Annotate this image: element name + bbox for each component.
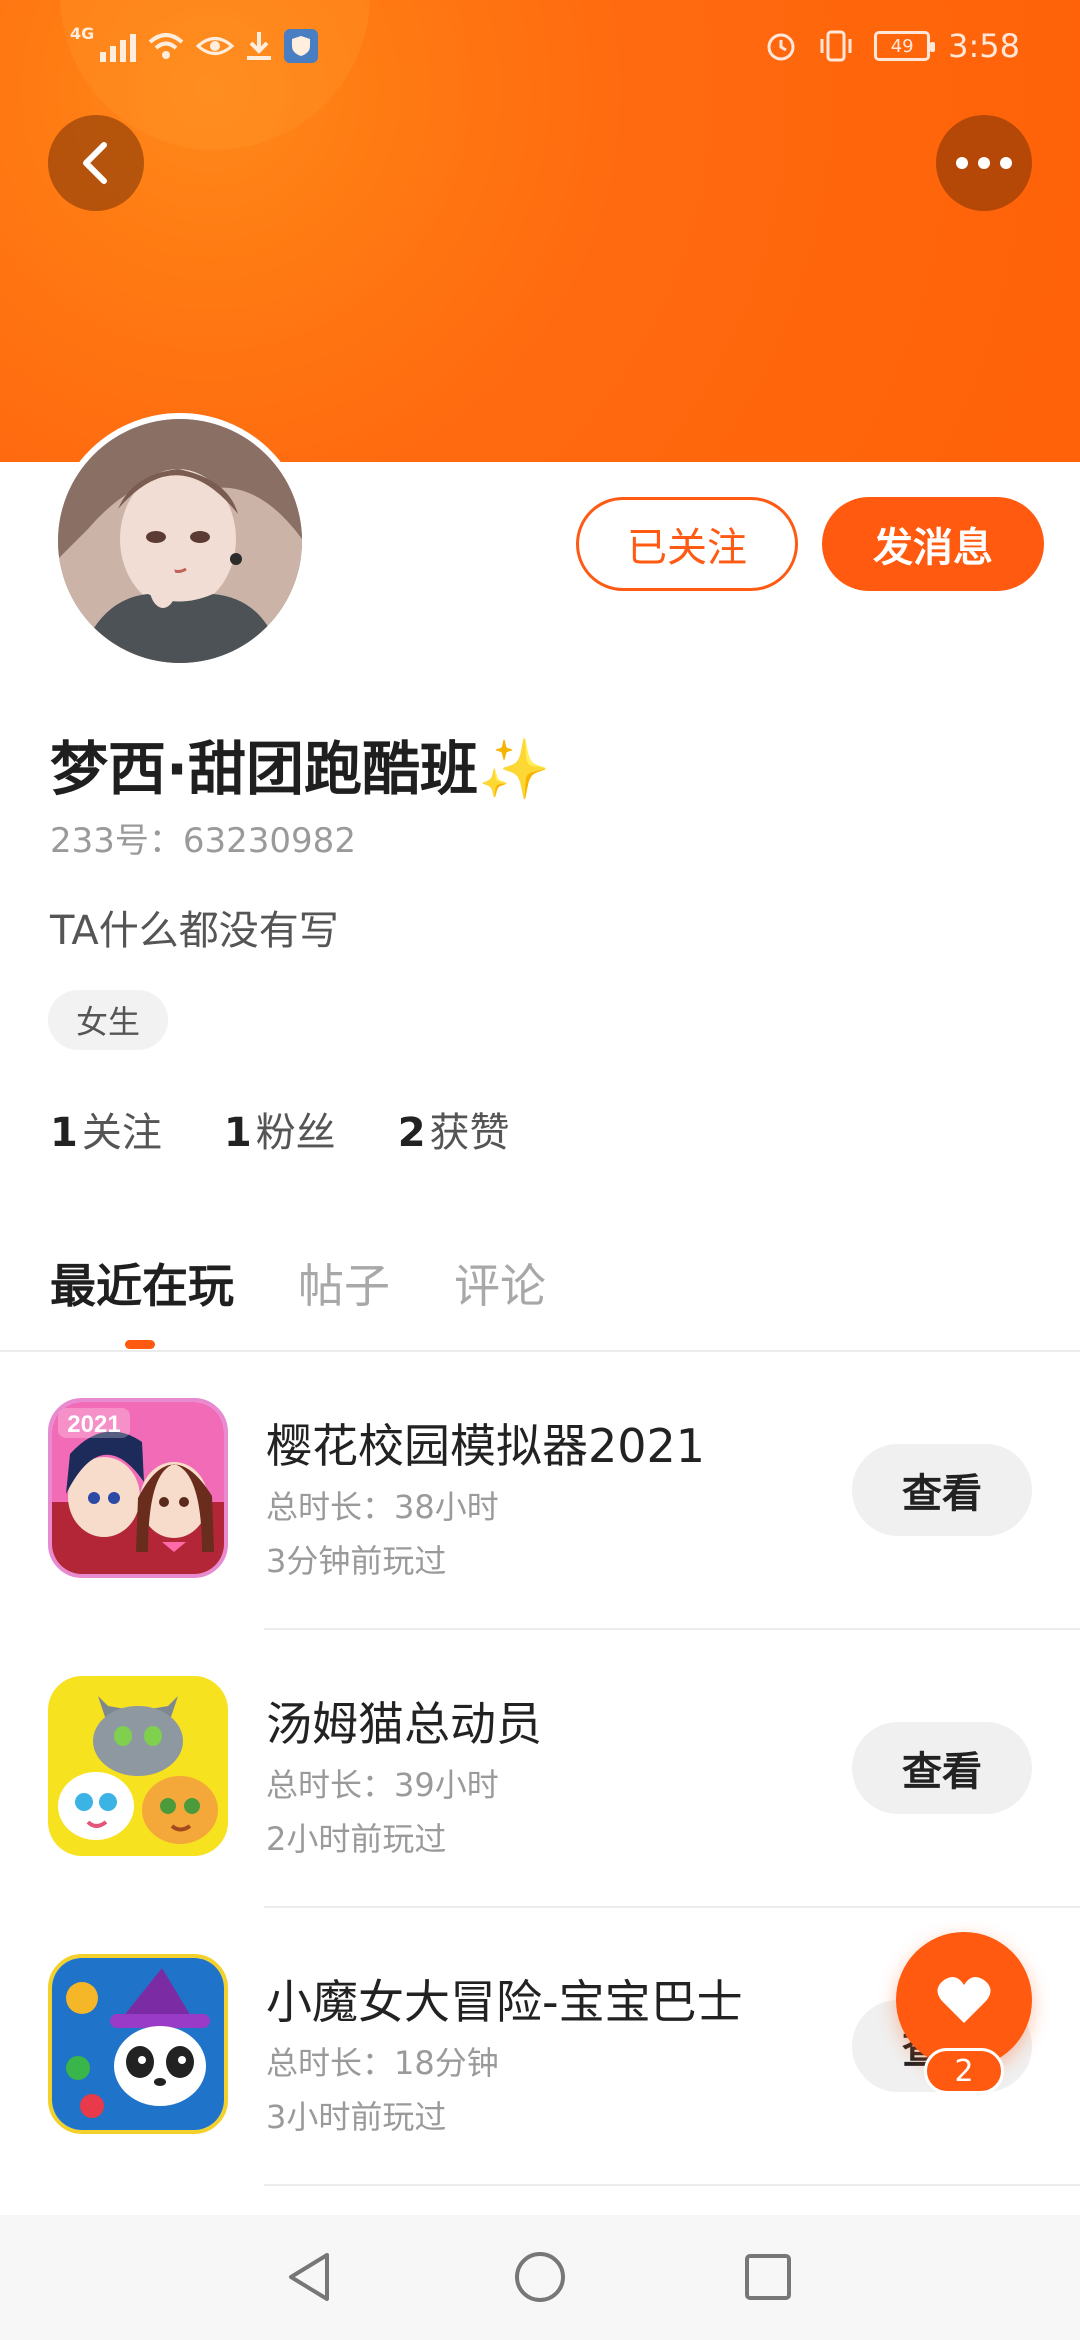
security-shield-icon	[284, 29, 319, 63]
back-button[interactable]	[48, 115, 144, 211]
status-left-icons: 4G	[70, 24, 319, 68]
username: 梦西·甜团跑酷班✨	[50, 722, 550, 806]
profile-tabs: 最近在玩 帖子 评论	[50, 1250, 546, 1316]
triangle-back-icon	[289, 2253, 329, 2301]
more-dots-icon	[956, 157, 1012, 169]
more-options-button[interactable]	[936, 115, 1032, 211]
game-last-played: 2小时前玩过	[266, 1820, 447, 1858]
tab-posts[interactable]: 帖子	[298, 1250, 390, 1316]
game-total-time: 总时长：38小时	[266, 1488, 499, 1526]
list-item[interactable]: 汤姆猫总动员 总时长：39小时 2小时前玩过 查看	[0, 1630, 1080, 1908]
game-icon-little-witch	[48, 1954, 228, 2134]
download-icon	[247, 32, 272, 60]
game-name: 汤姆猫总动员	[266, 1697, 542, 1751]
game-name: 樱花校园模拟器2021	[266, 1419, 706, 1473]
status-bar: 4G 49 3:58	[0, 0, 1080, 90]
avatar[interactable]	[52, 413, 308, 669]
circle-home-icon	[515, 2252, 565, 2302]
game-name: 小魔女大冒险-宝宝巴士	[266, 1975, 743, 2029]
stat-following[interactable]: 1 关注	[50, 1100, 162, 1158]
stat-following-label: 关注	[81, 1110, 162, 1156]
stat-likes-count: 2	[397, 1110, 426, 1156]
signal-icon	[100, 30, 137, 62]
eye-icon	[196, 37, 235, 55]
view-game-button[interactable]: 查看	[852, 1444, 1032, 1536]
following-button[interactable]: 已关注	[576, 497, 798, 591]
system-nav-bar	[0, 2215, 1080, 2340]
active-tab-indicator	[125, 1340, 155, 1349]
battery-level: 49	[890, 35, 914, 57]
battery-icon: 49	[874, 31, 936, 61]
gender-tag: 女生	[48, 990, 168, 1050]
like-count-badge: 2	[924, 2048, 1004, 2094]
nav-home-button[interactable]	[510, 2247, 570, 2307]
game-total-time: 总时长：18分钟	[266, 2044, 499, 2082]
tab-recently-played[interactable]: 最近在玩	[50, 1250, 234, 1316]
stat-likes[interactable]: 2 获赞	[398, 1100, 510, 1158]
sparkle-icon: ✨	[478, 735, 551, 803]
alarm-icon	[767, 33, 795, 61]
game-last-played: 3小时前玩过	[266, 2098, 447, 2136]
nav-back-button[interactable]	[278, 2247, 338, 2307]
stat-fans-label: 粉丝	[255, 1110, 336, 1156]
wifi-icon	[148, 33, 184, 59]
game-total-time: 总时长：39小时	[266, 1766, 499, 1804]
network-type-label: 4G	[70, 24, 95, 43]
stat-following-count: 1	[50, 1110, 78, 1156]
game-last-played: 3分钟前玩过	[266, 1542, 447, 1580]
stat-likes-label: 获赞	[429, 1110, 510, 1156]
clock: 3:58	[948, 27, 1020, 65]
view-game-button[interactable]: 查看	[852, 1722, 1032, 1814]
row-divider	[264, 2184, 1080, 2186]
avatar-illustration	[58, 419, 302, 663]
nav-recents-button[interactable]	[738, 2247, 798, 2307]
chevron-left-icon	[83, 142, 107, 184]
stat-fans[interactable]: 1 粉丝	[224, 1100, 336, 1158]
square-recents-icon	[745, 2254, 791, 2300]
vibrate-icon	[820, 30, 852, 62]
game-icon-tom-cat	[48, 1676, 228, 1856]
heart-icon	[937, 1976, 991, 2023]
username-text: 梦西·甜团跑酷班	[50, 735, 479, 803]
bio: TA什么都没有写	[50, 908, 339, 954]
tab-comments[interactable]: 评论	[454, 1250, 546, 1316]
list-item[interactable]: 2021 樱花校园模拟器2021 总时长：38小时 3分钟前玩过 查看	[0, 1352, 1080, 1630]
profile-screen: 4G 49 3:58 已关注 发消息 梦西·甜团跑酷班✨ 233号：632309…	[0, 0, 1080, 2340]
account-id[interactable]: 233号：63230982	[50, 813, 356, 862]
send-message-button[interactable]: 发消息	[822, 497, 1044, 591]
stat-fans-count: 1	[223, 1110, 252, 1156]
status-right-icons: 49 3:58	[764, 24, 1020, 68]
game-icon-sakura: 2021	[48, 1398, 228, 1578]
game-icon-badge: 2021	[67, 1411, 120, 1438]
profile-stats: 1 关注 1 粉丝 2 获赞	[50, 1100, 510, 1158]
